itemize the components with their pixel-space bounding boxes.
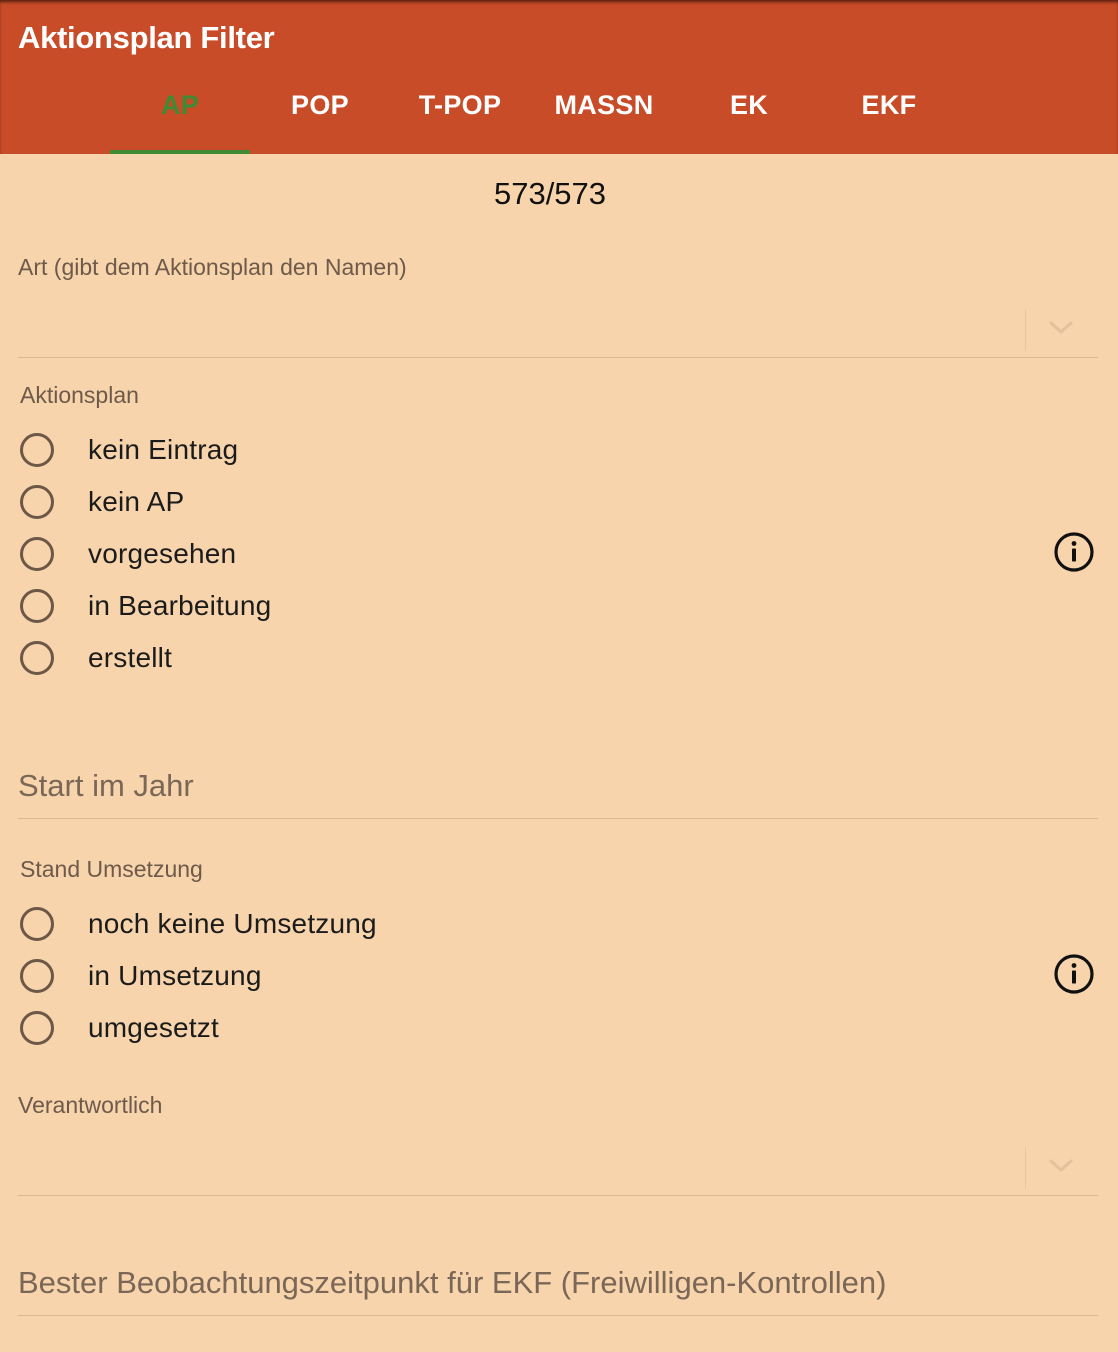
- bester-beobachtungszeitpunkt-input[interactable]: Bester Beobachtungszeitpunkt für EKF (Fr…: [18, 1255, 1098, 1316]
- start-im-jahr-label: Start im Jahr: [18, 768, 194, 803]
- verantwortlich-select[interactable]: [18, 1135, 1098, 1196]
- tab-ap[interactable]: AP: [110, 86, 250, 154]
- radio-label: erstellt: [88, 642, 173, 673]
- start-im-jahr-input[interactable]: Start im Jahr: [18, 758, 1098, 819]
- tab-ekf[interactable]: EKF: [819, 86, 959, 154]
- result-count: 573/573: [493, 176, 607, 211]
- radio-button[interactable]: [20, 1011, 54, 1045]
- radio-button[interactable]: [20, 641, 54, 675]
- radio-label: kein Eintrag: [88, 434, 239, 465]
- radio-option-vorgesehen[interactable]: vorgesehen: [20, 528, 236, 580]
- radio-option-erstellt[interactable]: erstellt: [20, 632, 172, 684]
- bester-beobachtungszeitpunkt-label: Bester Beobachtungszeitpunkt für EKF (Fr…: [18, 1265, 887, 1300]
- chevron-down-icon[interactable]: [1048, 317, 1074, 337]
- select-separator: [1025, 1147, 1026, 1189]
- tab-pop[interactable]: POP: [250, 86, 390, 154]
- radio-button[interactable]: [20, 433, 54, 467]
- app-bar: Aktionsplan Filter AP POP T-POP MASSN EK…: [0, 0, 1118, 154]
- radio-option-kein-ap[interactable]: kein AP: [20, 476, 184, 528]
- radio-label: noch keine Umsetzung: [88, 908, 377, 939]
- tab-tpop[interactable]: T-POP: [390, 86, 530, 154]
- radio-button[interactable]: [20, 907, 54, 941]
- radio-button[interactable]: [20, 959, 54, 993]
- radio-option-umgesetzt[interactable]: umgesetzt: [20, 1002, 219, 1054]
- active-tab-indicator: [110, 150, 250, 154]
- select-separator: [1025, 309, 1026, 351]
- chevron-down-icon[interactable]: [1048, 1155, 1074, 1175]
- radio-option-noch-keine-umsetzung[interactable]: noch keine Umsetzung: [20, 898, 377, 950]
- info-icon[interactable]: [1053, 531, 1095, 573]
- info-icon[interactable]: [1053, 953, 1095, 995]
- filter-page: Aktionsplan Filter AP POP T-POP MASSN EK…: [0, 0, 1118, 1352]
- radio-button[interactable]: [20, 485, 54, 519]
- aktionsplan-label: Aktionsplan: [20, 382, 139, 408]
- radio-option-kein-eintrag[interactable]: kein Eintrag: [20, 424, 238, 476]
- radio-label: umgesetzt: [88, 1012, 219, 1043]
- art-select[interactable]: [18, 297, 1098, 358]
- radio-option-in-bearbeitung[interactable]: in Bearbeitung: [20, 580, 271, 632]
- radio-label: kein AP: [88, 486, 185, 517]
- app-title: Aktionsplan Filter: [18, 20, 275, 55]
- stand-umsetzung-label: Stand Umsetzung: [20, 856, 203, 882]
- radio-label: in Bearbeitung: [88, 590, 272, 621]
- radio-option-in-umsetzung[interactable]: in Umsetzung: [20, 950, 262, 1002]
- tab-massn[interactable]: MASSN: [534, 86, 674, 154]
- verantwortlich-label: Verantwortlich: [18, 1092, 163, 1118]
- art-label: Art (gibt dem Aktionsplan den Namen): [18, 254, 407, 280]
- radio-button[interactable]: [20, 589, 54, 623]
- radio-button[interactable]: [20, 537, 54, 571]
- radio-label: in Umsetzung: [88, 960, 262, 991]
- radio-label: vorgesehen: [88, 538, 237, 569]
- tab-ek[interactable]: EK: [679, 86, 819, 154]
